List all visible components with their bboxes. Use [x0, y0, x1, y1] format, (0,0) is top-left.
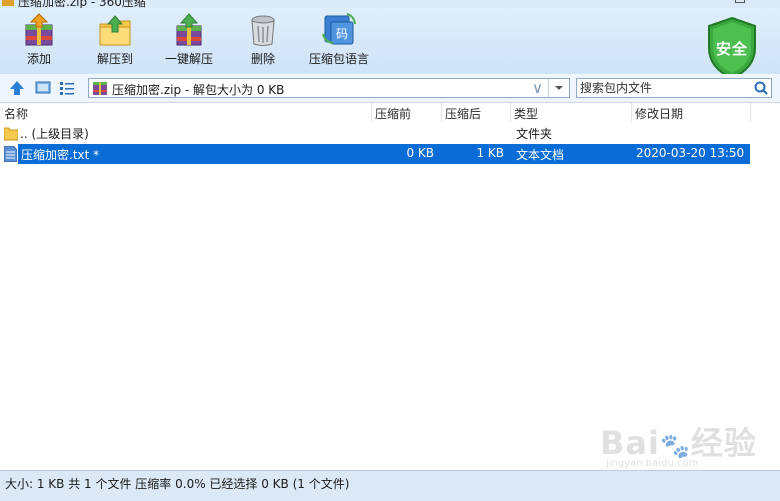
maximize-button[interactable]: [735, 0, 745, 3]
search-box[interactable]: [576, 78, 772, 98]
trash-can-icon: [245, 12, 281, 48]
file-name: .. (上级目录): [20, 127, 89, 141]
column-divider[interactable]: [441, 103, 442, 122]
delete-label: 删除: [250, 52, 275, 66]
address-bar-row: 压缩加密.zip - 解包大小为 0 KB ∨: [0, 74, 780, 103]
zip-archive-icon: [93, 82, 107, 95]
up-arrow-icon: [10, 81, 24, 95]
column-divider[interactable]: [631, 103, 632, 122]
extract-folder-icon: [97, 12, 133, 48]
one-click-extract-icon: [171, 12, 207, 48]
column-modified[interactable]: 修改日期: [635, 105, 683, 122]
security-label: 安全: [715, 40, 748, 58]
search-icon: [754, 81, 768, 95]
folder-icon: [3, 125, 19, 141]
list-item-selected-file[interactable]: 压缩加密.txt * 0 KB 1 KB 文本文档 2020-03-20 13:…: [0, 144, 780, 164]
add-button[interactable]: 添加: [14, 12, 64, 72]
app-icon: [2, 0, 14, 6]
extract-to-button[interactable]: 解压到: [88, 12, 142, 72]
column-after[interactable]: 压缩后: [445, 105, 481, 122]
column-before[interactable]: 压缩前: [375, 105, 411, 122]
add-label: 添加: [26, 52, 51, 66]
column-header-row: 名称 压缩前 压缩后 类型 修改日期: [0, 103, 780, 123]
check-mark-icon: ∨: [532, 79, 543, 97]
toolbar: 添加 解压到 一键解压 删除 码 压缩包语言 安全: [0, 8, 780, 80]
search-input[interactable]: [580, 80, 748, 96]
path-dropdown-button[interactable]: [548, 79, 569, 97]
thumbnail-view-button[interactable]: [34, 79, 52, 97]
monitor-view-icon: [35, 81, 51, 94]
path-field[interactable]: 压缩加密.zip - 解包大小为 0 KB ∨: [88, 78, 570, 98]
encoding-icon: 码: [321, 12, 357, 48]
window-title: 压缩加密.zip - 360压缩: [18, 0, 146, 8]
file-name: 压缩加密.txt *: [21, 148, 100, 162]
watermark: Bai🐾经验 jingyan.baidu.com: [600, 410, 770, 470]
file-type: 文本文档: [516, 148, 565, 162]
list-view-button[interactable]: [58, 79, 76, 97]
chevron-down-icon: [555, 86, 563, 90]
up-arrow-button[interactable]: [8, 79, 26, 97]
extract-to-label: 解压到: [96, 52, 133, 66]
one-click-extract-button[interactable]: 一键解压: [160, 12, 218, 72]
path-text: 压缩加密.zip - 解包大小为 0 KB: [112, 83, 285, 97]
status-bar: 大小: 1 KB 共 1 个文件 压缩率 0.0% 已经选择 0 KB (1 个…: [0, 470, 780, 501]
one-click-extract-label: 一键解压: [164, 52, 213, 66]
title-bar: 压缩加密.zip - 360压缩: [0, 0, 780, 8]
archive-language-button[interactable]: 码 压缩包语言: [306, 12, 372, 72]
encoding-icon-text: 码: [336, 27, 348, 41]
column-divider[interactable]: [750, 103, 751, 122]
archive-language-label: 压缩包语言: [308, 52, 369, 66]
column-divider[interactable]: [510, 103, 511, 122]
list-item-parent-dir[interactable]: .. (上级目录) 文件夹: [0, 123, 780, 143]
file-size-before: 0 KB: [406, 146, 434, 160]
add-archive-icon: [21, 12, 57, 48]
status-text: 大小: 1 KB 共 1 个文件 压缩率 0.0% 已经选择 0 KB (1 个…: [5, 477, 350, 491]
delete-button[interactable]: 删除: [240, 12, 286, 72]
column-type[interactable]: 类型: [514, 105, 538, 122]
watermark-url: jingyan.baidu.com: [606, 458, 699, 469]
security-badge[interactable]: 安全: [705, 16, 759, 80]
search-button[interactable]: [753, 80, 769, 96]
list-view-icon: [60, 82, 74, 95]
file-size-after: 1 KB: [476, 146, 504, 160]
column-name[interactable]: 名称: [4, 105, 28, 122]
text-file-icon: [3, 145, 18, 163]
file-modified: 2020-03-20 13:50: [636, 146, 745, 160]
column-divider[interactable]: [371, 103, 372, 122]
file-type: 文件夹: [516, 127, 553, 141]
